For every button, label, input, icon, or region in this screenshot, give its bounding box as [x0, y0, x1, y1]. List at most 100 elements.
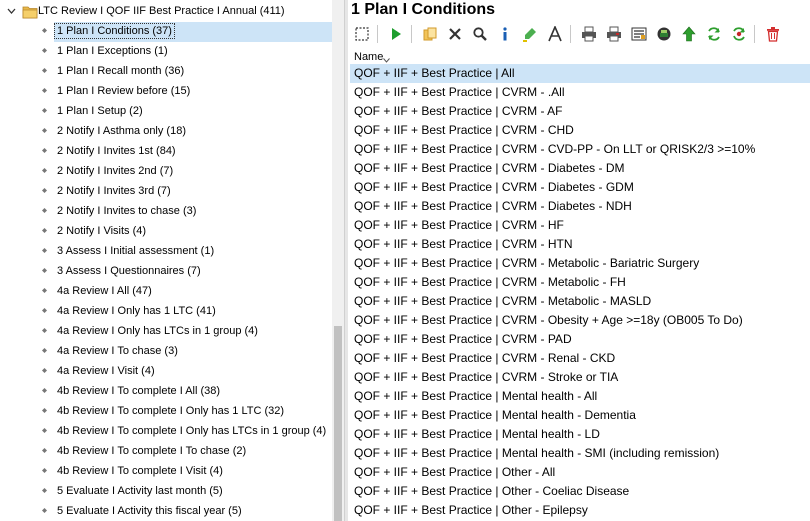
column-header-name[interactable]: Name — [354, 51, 383, 63]
list-row-name: QOF + IIF + Best Practice | CVRM - Renal… — [354, 351, 616, 365]
tree-item-label: 2 Notify I Asthma only (18) — [57, 125, 186, 137]
list-row[interactable]: QOF + IIF + Best Practice | Other - Coel… — [350, 482, 810, 501]
tree-item[interactable]: 4a Review I Visit (4) — [0, 362, 332, 382]
search-icon — [472, 26, 488, 42]
list-row[interactable]: QOF + IIF + Best Practice | Other - All — [350, 463, 810, 482]
tree-item[interactable]: 5 Evaluate I Activity this fiscal year (… — [0, 502, 332, 521]
list-row-name: QOF + IIF + Best Practice | CVRM - HF — [354, 218, 564, 232]
arrow-up-button[interactable] — [678, 23, 700, 45]
panel-title: 1 Plan I Conditions — [351, 1, 496, 18]
copy-button[interactable] — [419, 23, 441, 45]
refresh-red-button[interactable] — [728, 23, 750, 45]
print-button[interactable] — [578, 23, 600, 45]
chevron-down-icon[interactable] — [6, 6, 17, 17]
tree-item-label: 1 Plan I Recall month (36) — [57, 65, 185, 77]
tree-item[interactable]: 4a Review I All (47) — [0, 282, 332, 302]
report-icon — [656, 26, 672, 42]
list-row[interactable]: QOF + IIF + Best Practice | CVRM - Diabe… — [350, 197, 810, 216]
list-row[interactable]: QOF + IIF + Best Practice | Mental healt… — [350, 425, 810, 444]
list-row[interactable]: QOF + IIF + Best Practice | CVRM - Metab… — [350, 254, 810, 273]
tree-item-label: 4a Review I To chase (3) — [57, 345, 178, 357]
tree-item[interactable]: 3 Assess I Initial assessment (1) — [0, 242, 332, 262]
tree-item[interactable]: 1 Plan I Conditions (37) — [0, 22, 332, 42]
tree-item[interactable]: 2 Notify I Visits (4) — [0, 222, 332, 242]
refresh-button[interactable] — [703, 23, 725, 45]
tree-item[interactable]: 2 Notify I Invites 1st (84) — [0, 142, 332, 162]
tree-item[interactable]: 1 Plan I Setup (2) — [0, 102, 332, 122]
tree-item[interactable]: 4b Review I To complete I Only has LTCs … — [0, 422, 332, 442]
tree-scrollbar-thumb[interactable] — [334, 326, 342, 521]
list-row[interactable]: QOF + IIF + Best Practice | Mental healt… — [350, 406, 810, 425]
tree-item-label: 3 Assess I Initial assessment (1) — [57, 245, 215, 257]
font-icon — [547, 26, 563, 42]
list-config-button[interactable] — [628, 23, 650, 45]
list-row-name: QOF + IIF + Best Practice | CVRM - Metab… — [354, 294, 652, 308]
refresh-red-icon — [731, 26, 747, 42]
list-row[interactable]: QOF + IIF + Best Practice | CVRM - Renal… — [350, 349, 810, 368]
list-row[interactable]: QOF + IIF + Best Practice | CVRM - Strok… — [350, 368, 810, 387]
list-row[interactable]: QOF + IIF + Best Practice | CVRM - Diabe… — [350, 178, 810, 197]
bullet-icon — [42, 348, 47, 353]
tree-item[interactable]: 4b Review I To complete I To chase (2) — [0, 442, 332, 462]
list-row[interactable]: QOF + IIF + Best Practice | CVRM - CVD-P… — [350, 140, 810, 159]
tree-pane: LTC Review I QOF IIF Best Practice I Ann… — [0, 0, 344, 521]
list-row[interactable]: QOF + IIF + Best Practice | CVRM - CHD — [350, 121, 810, 140]
bullet-icon — [42, 328, 47, 333]
folder-icon — [22, 5, 38, 19]
list-row[interactable]: QOF + IIF + Best Practice | CVRM - .All — [350, 83, 810, 102]
tree-item[interactable]: 2 Notify I Invites 2nd (7) — [0, 162, 332, 182]
run-icon — [388, 26, 404, 42]
tree-item-label: 4a Review I Only has 1 LTC (41) — [57, 305, 216, 317]
list-row[interactable]: QOF + IIF + Best Practice | CVRM - Metab… — [350, 273, 810, 292]
list-row-name: QOF + IIF + Best Practice | CVRM - CVD-P… — [354, 142, 756, 156]
tree-scrollbar[interactable] — [332, 0, 344, 521]
bullet-icon — [42, 188, 47, 193]
tree-item[interactable]: 1 Plan I Exceptions (1) — [0, 42, 332, 62]
tree-item[interactable]: 4b Review I To complete I All (38) — [0, 382, 332, 402]
list-row[interactable]: QOF + IIF + Best Practice | CVRM - HF — [350, 216, 810, 235]
arrow-up-icon — [681, 26, 697, 42]
tree-item[interactable]: 4b Review I To complete I Only has 1 LTC… — [0, 402, 332, 422]
tree-item[interactable]: 4a Review I Only has 1 LTC (41) — [0, 302, 332, 322]
list-row[interactable]: QOF + IIF + Best Practice | Mental healt… — [350, 444, 810, 463]
font-button[interactable] — [544, 23, 566, 45]
tree-item[interactable]: 5 Evaluate I Activity last month (5) — [0, 482, 332, 502]
run-button[interactable] — [385, 23, 407, 45]
tree-item-label: 4b Review I To complete I Visit (4) — [57, 465, 223, 477]
list-row[interactable]: QOF + IIF + Best Practice | All — [350, 64, 810, 83]
toolbar — [348, 22, 810, 46]
list-row[interactable]: QOF + IIF + Best Practice | Other - Epil… — [350, 501, 810, 520]
bullet-icon — [42, 448, 47, 453]
list-row[interactable]: QOF + IIF + Best Practice | Mental healt… — [350, 387, 810, 406]
list-row[interactable]: QOF + IIF + Best Practice | CVRM - Diabe… — [350, 159, 810, 178]
list-row-name: QOF + IIF + Best Practice | CVRM - Obesi… — [354, 313, 743, 327]
highlight-button[interactable] — [519, 23, 541, 45]
list-row[interactable]: QOF + IIF + Best Practice | CVRM - Metab… — [350, 292, 810, 311]
tree-item[interactable]: 1 Plan I Recall month (36) — [0, 62, 332, 82]
tree-item-label: 4b Review I To complete I All (38) — [57, 385, 221, 397]
list-row[interactable]: QOF + IIF + Best Practice | CVRM - PAD — [350, 330, 810, 349]
toolbar-separator — [754, 25, 755, 43]
select-box-button[interactable] — [351, 23, 373, 45]
list-row[interactable]: QOF + IIF + Best Practice | CVRM - Obesi… — [350, 311, 810, 330]
list-row-name: QOF + IIF + Best Practice | CVRM - Metab… — [354, 256, 700, 270]
delete-x-button[interactable] — [444, 23, 466, 45]
report-button[interactable] — [653, 23, 675, 45]
list-row-name: QOF + IIF + Best Practice | Other - All — [354, 465, 556, 479]
tree-item[interactable]: 4b Review I To complete I Visit (4) — [0, 462, 332, 482]
list-row[interactable]: QOF + IIF + Best Practice | CVRM - HTN — [350, 235, 810, 254]
tree-root-node[interactable]: LTC Review I QOF IIF Best Practice I Ann… — [0, 2, 330, 22]
print-red-button[interactable] — [603, 23, 625, 45]
trash-button[interactable] — [762, 23, 784, 45]
list-row-name: QOF + IIF + Best Practice | Mental healt… — [354, 427, 600, 441]
tree-item[interactable]: 1 Plan I Review before (15) — [0, 82, 332, 102]
tree-item[interactable]: 2 Notify I Invites 3rd (7) — [0, 182, 332, 202]
tree-item[interactable]: 4a Review I Only has LTCs in 1 group (4) — [0, 322, 332, 342]
search-button[interactable] — [469, 23, 491, 45]
tree-item[interactable]: 2 Notify I Invites to chase (3) — [0, 202, 332, 222]
list-row[interactable]: QOF + IIF + Best Practice | CVRM - AF — [350, 102, 810, 121]
tree-item[interactable]: 4a Review I To chase (3) — [0, 342, 332, 362]
tree-item[interactable]: 2 Notify I Asthma only (18) — [0, 122, 332, 142]
tree-item[interactable]: 3 Assess I Questionnaires (7) — [0, 262, 332, 282]
info-button[interactable] — [494, 23, 516, 45]
